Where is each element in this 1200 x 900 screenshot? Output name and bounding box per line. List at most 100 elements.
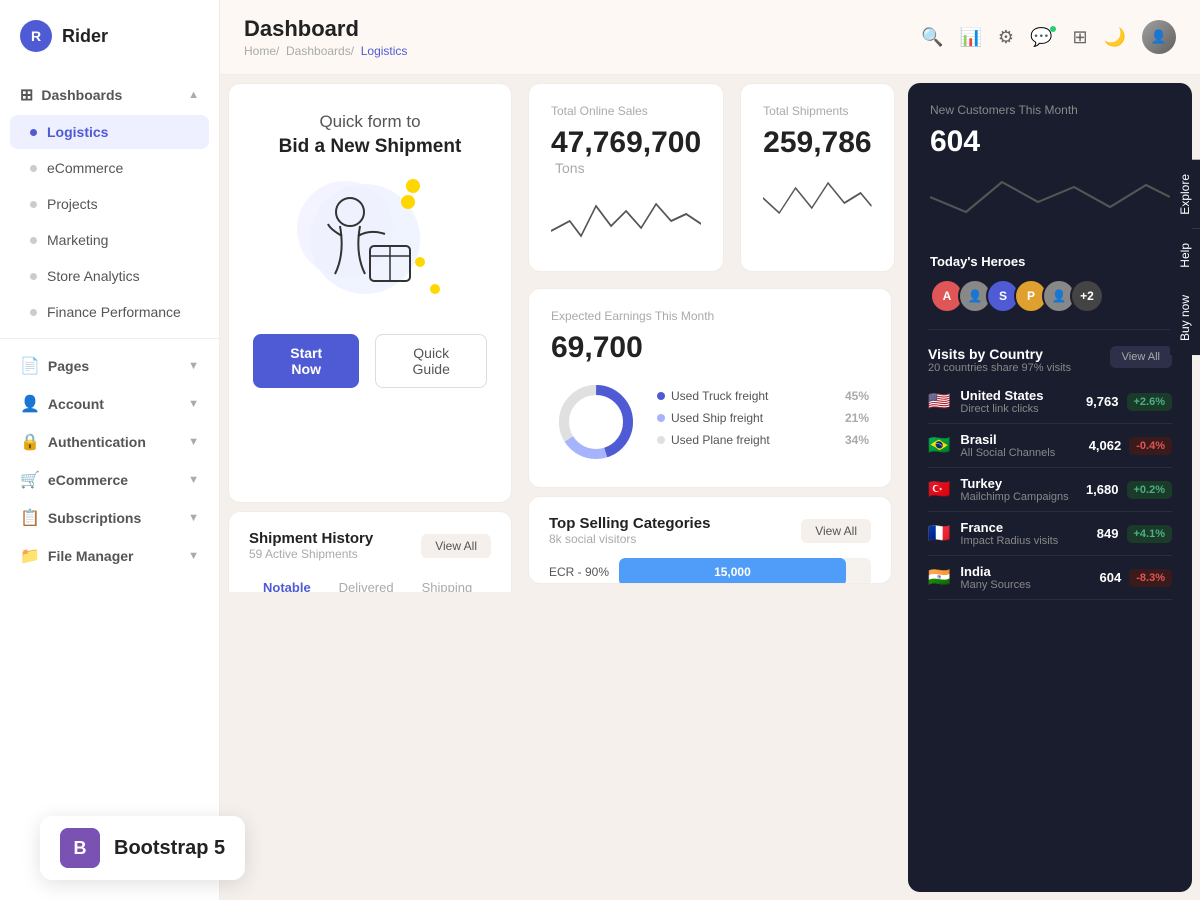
sidebar-group-auth[interactable]: 🔒 Authentication ▼ [0, 423, 219, 461]
total-shipments-card: Total Shipments 259,786 [740, 83, 894, 272]
chart-icon[interactable]: 📊 [960, 27, 982, 48]
chat-icon[interactable]: 💬 [1030, 27, 1052, 48]
sidebar-group-pages[interactable]: 📄 Pages ▼ [0, 347, 219, 385]
sidebar-group-subscriptions[interactable]: 📋 Subscriptions ▼ [0, 499, 219, 537]
quick-form-card: Quick form to Bid a New Shipment [228, 83, 512, 503]
moon-icon[interactable]: 🌙 [1104, 27, 1126, 48]
header-actions: 🔍 📊 ⚙ 💬 ⊞ 🌙 👤 [921, 20, 1176, 54]
bars-container: ECR - 90% 15,000 FGI - 82% 12,000 EOQ - … [549, 558, 871, 584]
bar-ecr: ECR - 90% 15,000 [549, 558, 871, 584]
finance-label: Finance Performance [47, 304, 181, 320]
visits-view-all-button[interactable]: View All [1110, 346, 1172, 368]
selling-header: Top Selling Categories 8k social visitor… [549, 515, 871, 546]
total-sales-unit: Tons [555, 160, 585, 176]
tab-shipping[interactable]: Shipping [408, 573, 487, 592]
sidebar-item-projects[interactable]: Projects [10, 187, 209, 221]
sidebar-group-account[interactable]: 👤 Account ▼ [0, 385, 219, 423]
app-logo: R [20, 20, 52, 52]
sidebar-item-logistics[interactable]: Logistics [10, 115, 209, 149]
us-source: Direct link clicks [960, 403, 1086, 415]
tab-delivered[interactable]: Delivered [325, 573, 408, 592]
br-change: -0.4% [1129, 437, 1172, 455]
side-tab-buynow[interactable]: Buy now [1170, 281, 1200, 355]
search-icon[interactable]: 🔍 [921, 27, 943, 48]
sidebar-item-ecommerce[interactable]: eCommerce [10, 151, 209, 185]
dashboards-icon: ⊞ [20, 85, 33, 105]
ecommerce2-icon: 🛒 [20, 470, 40, 490]
pages-icon: 📄 [20, 356, 40, 376]
auth-caret-icon: ▼ [188, 436, 199, 448]
sidebar-group-ecommerce2[interactable]: 🛒 eCommerce ▼ [0, 461, 219, 499]
selling-view-all-button[interactable]: View All [801, 519, 871, 543]
item-dot [30, 309, 37, 316]
heroes-section: Today's Heroes A 👤 S P 👤 +2 [908, 242, 1192, 329]
sidebar-item-finance[interactable]: Finance Performance [10, 295, 209, 329]
in-visits: 604 [1100, 570, 1122, 585]
dashboards-caret-icon: ▲ [188, 89, 199, 101]
sidebar-group-dashboards[interactable]: ⊞ Dashboards ▲ [0, 76, 219, 114]
heroes-avatars: A 👤 S P 👤 +2 [930, 279, 1170, 313]
quick-form-subtitle: Bid a New Shipment [279, 136, 462, 158]
donut-section: Used Truck freight 45% Used Ship freight… [551, 377, 869, 467]
illustration-svg [290, 174, 430, 304]
tr-name: Turkey [960, 476, 1086, 491]
new-customers-value: 604 [930, 125, 1170, 159]
bootstrap-logo: B [60, 828, 100, 868]
visits-title-area: Visits by Country 20 countries share 97%… [928, 346, 1071, 374]
start-now-button[interactable]: Start Now [253, 334, 359, 388]
br-source: All Social Channels [960, 447, 1088, 459]
br-info: Brasil All Social Channels [960, 432, 1088, 459]
legend-ship: Used Ship freight 21% [657, 411, 869, 425]
br-visits: 4,062 [1089, 438, 1122, 453]
selling-subtitle: 8k social visitors [549, 532, 710, 546]
subscriptions-icon: 📋 [20, 508, 40, 528]
in-flag: 🇮🇳 [928, 567, 950, 588]
legend-plane: Used Plane freight 34% [657, 433, 869, 447]
visits-header: Visits by Country 20 countries share 97%… [928, 346, 1172, 374]
sidebar-group-files[interactable]: 📁 File Manager ▼ [0, 537, 219, 575]
fr-info: France Impact Radius visits [960, 520, 1096, 547]
online-dot [1050, 26, 1056, 32]
bar-ecr-inner: 15,000 [619, 558, 846, 584]
sidebar-logo: R Rider [0, 20, 219, 76]
total-shipments-label: Total Shipments [763, 104, 871, 118]
quick-form-title: Quick form to [319, 112, 420, 132]
earnings-card: Expected Earnings This Month 69,700 [520, 280, 900, 496]
total-shipments-value: 259,786 [763, 126, 871, 160]
subscriptions-caret-icon: ▼ [188, 512, 199, 524]
files-label: File Manager [48, 548, 134, 564]
settings-icon[interactable]: ⚙ [998, 27, 1014, 48]
auth-label: Authentication [48, 434, 146, 450]
country-row-tr: 🇹🇷 Turkey Mailchimp Campaigns 1,680 +0.2… [928, 468, 1172, 512]
total-sales-label: Total Online Sales [551, 104, 701, 118]
item-dot [30, 273, 37, 280]
earnings-label: Expected Earnings This Month [551, 309, 869, 323]
tab-notable[interactable]: Notable [249, 573, 325, 592]
header: Dashboard Home/ Dashboards/ Logistics 🔍 … [220, 0, 1200, 75]
right-panel: New Customers This Month 604 Today's Her… [908, 83, 1192, 892]
grid-icon[interactable]: ⊞ [1072, 27, 1087, 48]
ship-dot [657, 414, 665, 422]
marketing-label: Marketing [47, 232, 108, 248]
page-title: Dashboard [244, 16, 407, 42]
fr-source: Impact Radius visits [960, 535, 1096, 547]
heroes-label: Today's Heroes [930, 254, 1170, 269]
sidebar-item-store-analytics[interactable]: Store Analytics [10, 259, 209, 293]
tr-info: Turkey Mailchimp Campaigns [960, 476, 1086, 503]
quick-guide-button[interactable]: Quick Guide [375, 334, 487, 388]
ecommerce2-caret-icon: ▼ [188, 474, 199, 486]
files-caret-icon: ▼ [188, 550, 199, 562]
shipment-title: Shipment History [249, 530, 373, 547]
tr-source: Mailchimp Campaigns [960, 491, 1086, 503]
side-tab-explore[interactable]: Explore [1170, 160, 1200, 229]
avatar[interactable]: 👤 [1142, 20, 1176, 54]
side-tab-help[interactable]: Help [1170, 229, 1200, 282]
fr-change: +4.1% [1127, 525, 1173, 543]
br-flag: 🇧🇷 [928, 435, 950, 456]
shipment-view-all-button[interactable]: View All [421, 534, 491, 558]
top-selling-card: Top Selling Categories 8k social visitor… [528, 496, 892, 584]
country-row-fr: 🇫🇷 France Impact Radius visits 849 +4.1% [928, 512, 1172, 556]
shipment-title-area: Shipment History 59 Active Shipments [249, 530, 373, 561]
sidebar-item-marketing[interactable]: Marketing [10, 223, 209, 257]
watermark: B Bootstrap 5 [40, 816, 245, 880]
